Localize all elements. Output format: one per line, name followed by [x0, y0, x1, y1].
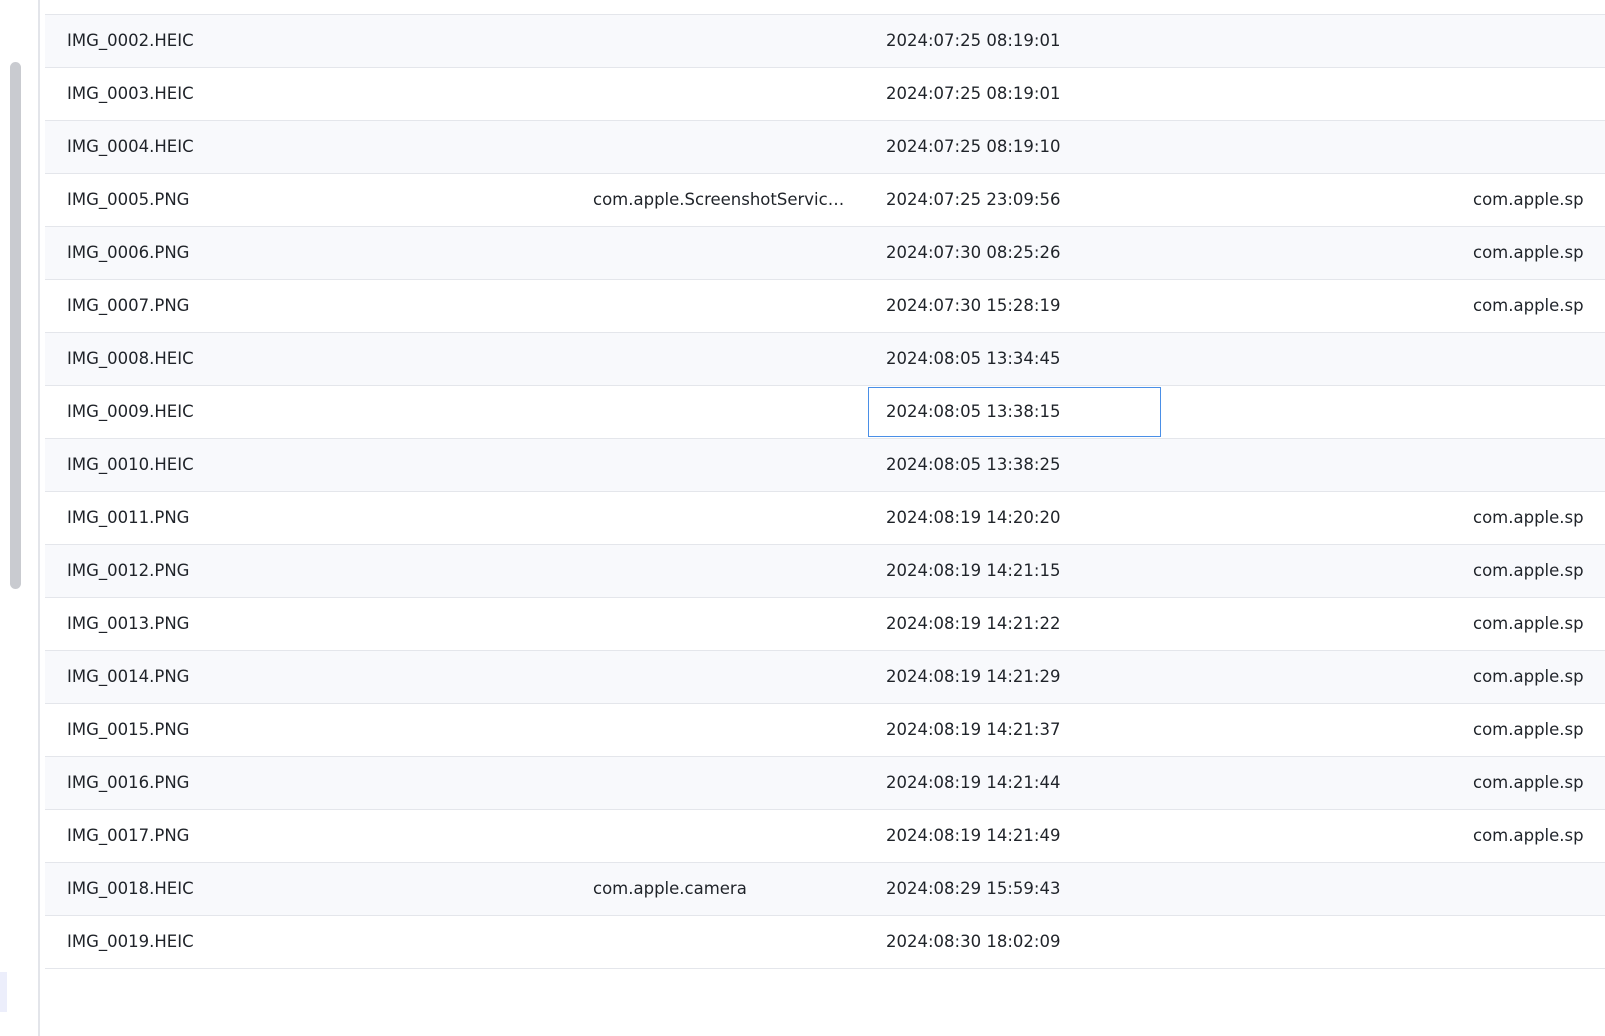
bundle-id-cell[interactable]: com.apple.sp	[1473, 651, 1605, 703]
date-time-cell[interactable]: 2024:08:19 14:21:15	[886, 545, 1136, 597]
source-app-cell[interactable]	[593, 280, 853, 332]
file-name-cell[interactable]: IMG_0015.PNG	[67, 704, 567, 756]
sidebar-accent	[0, 972, 7, 1012]
file-name-cell[interactable]: IMG_0002.HEIC	[67, 15, 567, 67]
date-time-cell[interactable]: 2024:08:29 15:59:43	[886, 863, 1136, 915]
left-panel	[0, 0, 40, 1036]
source-app-cell[interactable]	[593, 227, 853, 279]
date-time-cell[interactable]: 2024:07:25 08:19:01	[886, 15, 1136, 67]
file-name-cell[interactable]: IMG_0010.HEIC	[67, 439, 567, 491]
bundle-id-cell[interactable]	[1473, 916, 1605, 968]
data-table: IMG_0002.HEIC 2024:07:25 08:19:01 IMG_0003…	[45, 0, 1605, 1036]
file-name-cell[interactable]: IMG_0004.HEIC	[67, 121, 567, 173]
date-time-cell[interactable]: 2024:08:19 14:20:20	[886, 492, 1136, 544]
file-name-cell[interactable]: IMG_0012.PNG	[67, 545, 567, 597]
bundle-id-cell[interactable]: com.apple.sp	[1473, 704, 1605, 756]
date-time-cell[interactable]: 2024:07:25 08:19:01	[886, 68, 1136, 120]
date-time-cell[interactable]: 2024:07:30 08:25:26	[886, 227, 1136, 279]
source-app-cell[interactable]	[593, 439, 853, 491]
file-name-cell[interactable]: IMG_0003.HEIC	[67, 68, 567, 120]
file-name-cell[interactable]: IMG_0011.PNG	[67, 492, 567, 544]
table-row[interactable]: IMG_0017.PNG 2024:08:19 14:21:49 com.apple…	[45, 810, 1605, 863]
source-app-cell[interactable]	[593, 651, 853, 703]
date-time-cell[interactable]: 2024:07:30 15:28:19	[886, 280, 1136, 332]
bundle-id-cell[interactable]: com.apple.sp	[1473, 810, 1605, 862]
file-name-cell[interactable]: IMG_0006.PNG	[67, 227, 567, 279]
file-name-cell[interactable]: IMG_0013.PNG	[67, 598, 567, 650]
source-app-cell[interactable]	[593, 121, 853, 173]
bundle-id-cell[interactable]: com.apple.sp	[1473, 598, 1605, 650]
app-viewport: IMG_0002.HEIC 2024:07:25 08:19:01 IMG_0003…	[0, 0, 1605, 1036]
bundle-id-cell[interactable]: com.apple.sp	[1473, 492, 1605, 544]
source-app-cell[interactable]	[593, 598, 853, 650]
date-time-cell[interactable]: 2024:08:19 14:21:37	[886, 704, 1136, 756]
table-row[interactable]: IMG_0004.HEIC 2024:07:25 08:19:10	[45, 121, 1605, 174]
bundle-id-cell[interactable]	[1473, 121, 1605, 173]
date-time-cell[interactable]: 2024:07:25 08:19:10	[886, 121, 1136, 173]
bundle-id-cell[interactable]: com.apple.sp	[1473, 757, 1605, 809]
source-app-cell[interactable]	[593, 704, 853, 756]
source-app-cell[interactable]	[593, 68, 853, 120]
source-app-cell[interactable]	[593, 757, 853, 809]
source-app-cell[interactable]	[593, 386, 853, 438]
table-row[interactable]: IMG_0019.HEIC 2024:08:30 18:02:09	[45, 916, 1605, 969]
date-time-cell[interactable]: 2024:08:05 13:38:25	[886, 439, 1136, 491]
table-row[interactable]: IMG_0014.PNG 2024:08:19 14:21:29 com.apple…	[45, 651, 1605, 704]
date-time-cell[interactable]: 2024:08:30 18:02:09	[886, 916, 1136, 968]
file-name-cell[interactable]: IMG_0017.PNG	[67, 810, 567, 862]
file-name-cell[interactable]: IMG_0008.HEIC	[67, 333, 567, 385]
source-app-cell[interactable]: com.apple.ScreenshotServicesS...	[593, 174, 853, 226]
table-row[interactable]: IMG_0011.PNG 2024:08:19 14:20:20 com.apple…	[45, 492, 1605, 545]
table-row[interactable]: IMG_0010.HEIC 2024:08:05 13:38:25	[45, 439, 1605, 492]
table-row[interactable]: IMG_0006.PNG 2024:07:30 08:25:26 com.apple…	[45, 227, 1605, 280]
bundle-id-cell[interactable]	[1473, 386, 1605, 438]
table-row[interactable]: IMG_0005.PNG com.apple.ScreenshotServices…	[45, 174, 1605, 227]
table-row[interactable]: IMG_0015.PNG 2024:08:19 14:21:37 com.apple…	[45, 704, 1605, 757]
source-app-cell[interactable]	[593, 545, 853, 597]
bundle-id-cell[interactable]: com.apple.sp	[1473, 545, 1605, 597]
bundle-id-cell[interactable]: com.apple.sp	[1473, 280, 1605, 332]
file-name-cell[interactable]: IMG_0018.HEIC	[67, 863, 567, 915]
table-row[interactable]: IMG_0009.HEIC 2024:08:05 13:38:15	[45, 386, 1605, 439]
date-time-cell[interactable]: 2024:08:19 14:21:44	[886, 757, 1136, 809]
file-name-cell[interactable]: IMG_0005.PNG	[67, 174, 567, 226]
source-app-cell[interactable]	[593, 15, 853, 67]
table-row[interactable]: IMG_0016.PNG 2024:08:19 14:21:44 com.apple…	[45, 757, 1605, 810]
date-time-cell[interactable]: 2024:08:19 14:21:29	[886, 651, 1136, 703]
table-row[interactable]: IMG_0007.PNG 2024:07:30 15:28:19 com.apple…	[45, 280, 1605, 333]
source-app-cell[interactable]	[593, 916, 853, 968]
date-time-cell[interactable]: 2024:07:25 23:09:56	[886, 174, 1136, 226]
table-row[interactable]: IMG_0013.PNG 2024:08:19 14:21:22 com.apple…	[45, 598, 1605, 651]
bundle-id-cell[interactable]: com.apple.sp	[1473, 227, 1605, 279]
bundle-id-cell[interactable]	[1473, 68, 1605, 120]
date-time-cell[interactable]: 2024:08:19 14:21:49	[886, 810, 1136, 862]
source-app-cell[interactable]	[593, 492, 853, 544]
date-time-cell[interactable]: 2024:08:19 14:21:22	[886, 598, 1136, 650]
table-body: IMG_0002.HEIC 2024:07:25 08:19:01 IMG_0003…	[45, 15, 1605, 969]
source-app-cell[interactable]: com.apple.camera	[593, 863, 853, 915]
file-name-cell[interactable]: IMG_0009.HEIC	[67, 386, 567, 438]
table-row[interactable]: IMG_0012.PNG 2024:08:19 14:21:15 com.apple…	[45, 545, 1605, 598]
scrollbar-thumb[interactable]	[10, 62, 21, 589]
file-name-cell[interactable]: IMG_0014.PNG	[67, 651, 567, 703]
bundle-id-cell[interactable]: com.apple.sp	[1473, 174, 1605, 226]
table-row[interactable]: IMG_0002.HEIC 2024:07:25 08:19:01	[45, 15, 1605, 68]
file-name-cell[interactable]: IMG_0019.HEIC	[67, 916, 567, 968]
table-row[interactable]: IMG_0018.HEIC com.apple.camera 2024:08:29 …	[45, 863, 1605, 916]
bundle-id-cell[interactable]	[1473, 863, 1605, 915]
date-time-cell[interactable]: 2024:08:05 13:34:45	[886, 333, 1136, 385]
file-name-cell[interactable]: IMG_0016.PNG	[67, 757, 567, 809]
table-row[interactable]: IMG_0003.HEIC 2024:07:25 08:19:01	[45, 68, 1605, 121]
source-app-cell[interactable]	[593, 810, 853, 862]
bundle-id-cell[interactable]	[1473, 439, 1605, 491]
date-time-cell[interactable]: 2024:08:05 13:38:15	[886, 386, 1136, 438]
source-app-cell[interactable]	[593, 333, 853, 385]
bundle-id-cell[interactable]	[1473, 333, 1605, 385]
file-name-cell[interactable]: IMG_0007.PNG	[67, 280, 567, 332]
table-row[interactable]: IMG_0008.HEIC 2024:08:05 13:34:45	[45, 333, 1605, 386]
bundle-id-cell[interactable]	[1473, 15, 1605, 67]
